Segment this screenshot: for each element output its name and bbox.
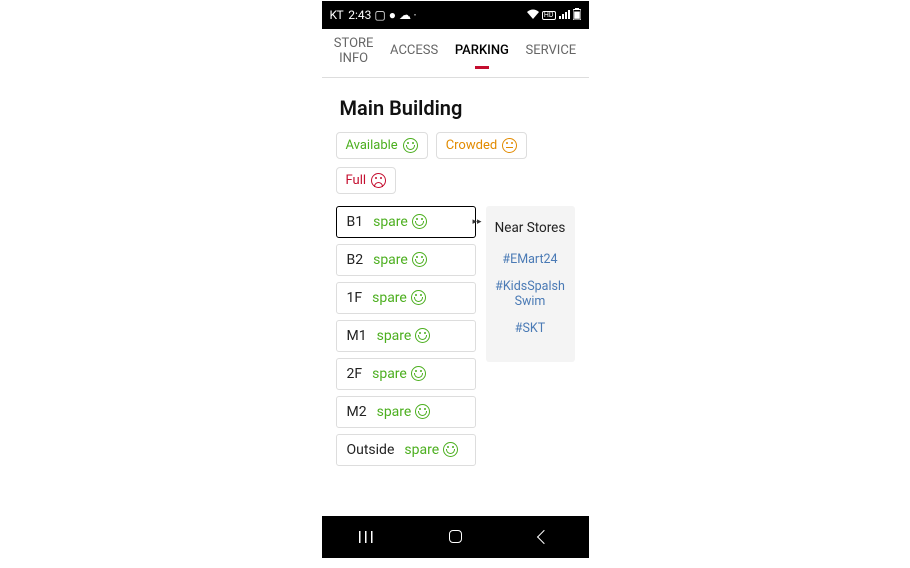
floor-name: Outside [347,442,395,458]
dot-icon: • [414,12,416,19]
floor-m2[interactable]: M2 spare [336,396,476,428]
floor-name: B2 [347,252,364,268]
signal-icon [559,9,570,22]
floor-status-label: spare [404,442,439,458]
near-store-link[interactable]: #SKT [492,321,569,336]
floor-status-label: spare [373,252,408,268]
neutral-face-icon [502,138,517,153]
page-title: Main Building [340,96,575,120]
floor-status: spare [372,366,426,382]
tab-label: INFO [334,52,374,67]
floor-1f[interactable]: 1F spare [336,282,476,314]
status-left: KT 2:43 ▢ ● ☁ • [330,8,416,22]
android-nav-bar [322,516,589,558]
back-button[interactable] [524,532,564,542]
near-stores-panel: Near Stores #EMart24 #KidsSpalsh Swim #S… [486,206,575,362]
floor-status: spare [377,404,431,420]
tab-bar: STORE INFO ACCESS PARKING SERVICE [322,29,589,78]
legend-label: Crowded [446,138,497,153]
spacer [322,480,589,516]
status-bar: KT 2:43 ▢ ● ☁ • HD [322,1,589,29]
floor-status: spare [372,290,426,306]
hd-icon: HD [542,11,556,20]
smile-face-icon [412,252,427,267]
smile-face-icon [415,404,430,419]
legend-available: Available [336,132,428,159]
floor-b2[interactable]: B2 spare [336,244,476,276]
floor-status-label: spare [372,290,407,306]
floor-2f[interactable]: 2F spare [336,358,476,390]
floor-status: spare [377,328,431,344]
frown-face-icon [371,173,386,188]
picture-icon: ▢ [374,8,385,22]
home-icon [449,530,462,543]
floor-status: spare [373,214,427,230]
floor-b1[interactable]: B1 spare ▸▸ [336,206,476,238]
content-area: Main Building Available Crowded Full B1 … [322,78,589,480]
near-store-link[interactable]: #KidsSpalsh Swim [492,279,569,309]
smile-face-icon [411,290,426,305]
recent-apps-button[interactable] [346,531,386,543]
chat-icon: ● [389,8,396,22]
floor-status-label: spare [372,366,407,382]
floor-status: spare [404,442,458,458]
smile-face-icon [415,328,430,343]
floor-m1[interactable]: M1 spare [336,320,476,352]
battery-icon [573,8,581,23]
tab-label: STORE [334,37,374,52]
tab-access[interactable]: ACCESS [387,42,441,65]
clock-label: 2:43 [348,8,371,22]
tab-store-info[interactable]: STORE INFO [331,35,377,73]
cloud-icon: ☁ [399,8,411,22]
legend-full: Full [336,167,397,194]
legend: Available Crowded Full [336,132,575,194]
floor-status-label: spare [377,404,412,420]
floor-list: B1 spare ▸▸ B2 spare 1F [336,206,476,466]
carrier-label: KT [330,8,344,22]
smile-face-icon [443,442,458,457]
floor-name: 1F [347,290,363,306]
main-columns: B1 spare ▸▸ B2 spare 1F [336,206,575,466]
floor-name: B1 [347,214,364,230]
tab-service[interactable]: SERVICE [523,42,580,65]
wifi-icon [527,9,539,22]
chevron-right-icon: ▸▸ [472,217,481,227]
legend-label: Full [346,173,367,188]
phone-frame: KT 2:43 ▢ ● ☁ • HD STORE INFO ACCESS PAR [322,1,589,558]
floor-name: M1 [347,328,367,344]
floor-name: 2F [347,366,363,382]
smile-face-icon [411,366,426,381]
tab-parking[interactable]: PARKING [452,42,512,65]
near-stores-title: Near Stores [492,220,569,236]
floor-status-label: spare [373,214,408,230]
floor-name: M2 [347,404,367,420]
home-button[interactable] [435,530,475,543]
floor-outside[interactable]: Outside spare [336,434,476,466]
back-icon [537,530,551,544]
smile-face-icon [403,138,418,153]
near-store-link[interactable]: #EMart24 [492,252,569,267]
smile-face-icon [412,214,427,229]
floor-status: spare [373,252,427,268]
legend-crowded: Crowded [436,132,527,159]
legend-label: Available [346,138,398,153]
floor-status-label: spare [377,328,412,344]
status-right: HD [527,8,581,23]
